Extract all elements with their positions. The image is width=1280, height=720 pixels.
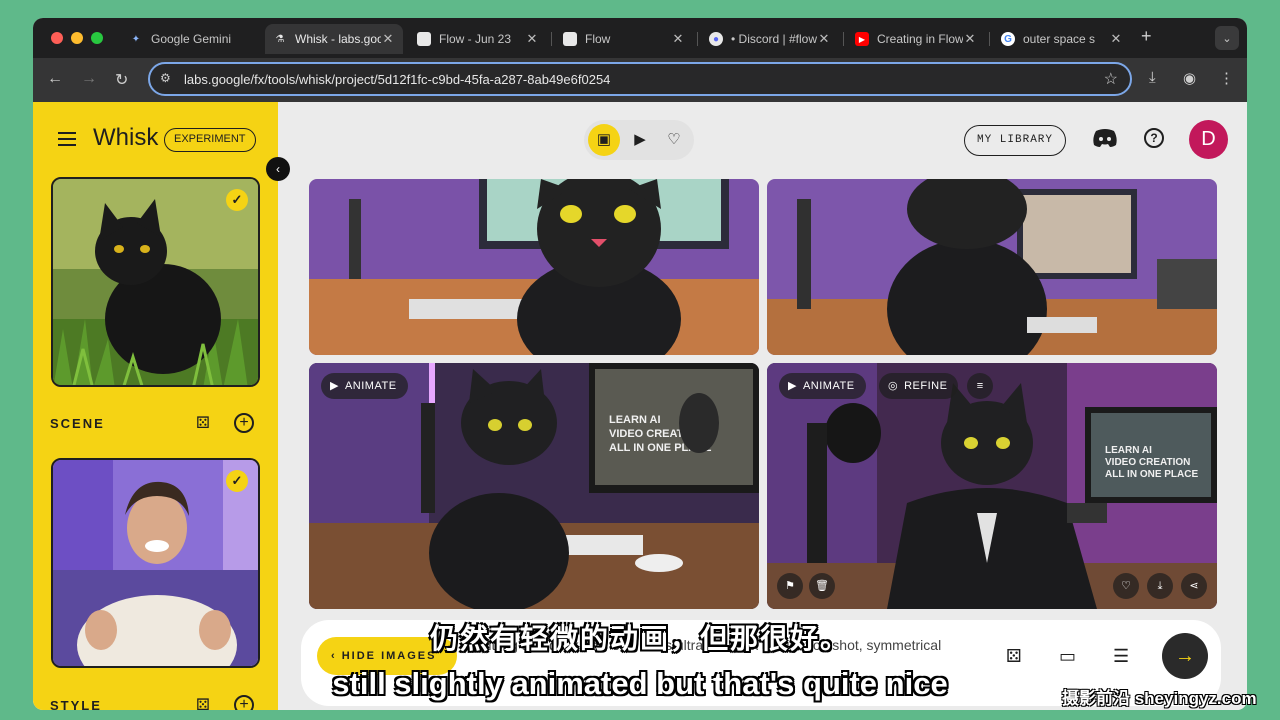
menu-icon[interactable] <box>58 132 76 146</box>
generated-image-1[interactable] <box>309 179 759 355</box>
animate-button[interactable]: ▶ ANIMATE <box>321 373 408 399</box>
browser-toolbar: ← → ↻ ⚙ labs.google/fx/tools/whisk/proje… <box>33 58 1247 102</box>
generated-image-3[interactable]: LEARN AI VIDEO CREATION ALL IN ONE PLACE <box>309 363 759 609</box>
app-logo: Whisk <box>93 124 159 151</box>
download-icon[interactable]: ⤓ <box>1149 69 1156 86</box>
tab-flow[interactable]: Flow ✕ <box>555 24 693 54</box>
tab-title: Flow - Jun 23 <box>439 32 512 46</box>
tab-creating-in-flow[interactable]: ▶ Creating in Flow ✕ <box>847 24 985 54</box>
svg-text:ALL IN ONE PLACE: ALL IN ONE PLACE <box>1105 469 1198 480</box>
minimize-window-button[interactable] <box>71 32 83 44</box>
generated-image-2[interactable] <box>767 179 1217 355</box>
tab-title: • Discord | #flow <box>731 32 817 46</box>
tab-flow-jun-23[interactable]: Flow - Jun 23 ✕ <box>409 24 547 54</box>
image-gallery: LEARN AI VIDEO CREATION ALL IN ONE PLACE <box>309 179 1217 609</box>
animate-label: ANIMATE <box>344 380 397 392</box>
experiment-badge: EXPERIMENT <box>164 128 256 152</box>
collapse-sidebar-button[interactable]: ‹ <box>266 157 290 181</box>
video-camera-icon: ▶ <box>788 380 797 392</box>
tab-search-icon[interactable]: ⌄ <box>1215 26 1239 50</box>
close-tab-icon[interactable]: ✕ <box>963 31 977 47</box>
discord-icon: ● <box>709 32 723 46</box>
tab-outer-space[interactable]: G outer space s ✕ <box>993 24 1131 54</box>
selected-check-icon: ✓ <box>226 470 248 492</box>
report-flag-icon[interactable]: ⚑ <box>777 573 803 599</box>
refine-check-icon: ◎ <box>888 380 899 392</box>
black-cat-photo <box>53 179 258 385</box>
tab-discord[interactable]: ● • Discord | #flow ✕ <box>701 24 839 54</box>
download-icon[interactable]: ⤓ <box>1147 573 1173 599</box>
subject-image-card[interactable]: ✓ <box>51 177 260 387</box>
close-window-button[interactable] <box>51 32 63 44</box>
dice-icon[interactable]: ⚄ <box>196 413 210 433</box>
close-tab-icon[interactable]: ✕ <box>817 31 831 47</box>
address-bar[interactable]: ⚙ labs.google/fx/tools/whisk/project/5d1… <box>148 62 1132 96</box>
svg-text:VIDEO CREATION: VIDEO CREATION <box>1105 457 1190 468</box>
add-scene-button[interactable]: + <box>234 413 254 433</box>
cartoon-cat-studio-image <box>767 179 1217 355</box>
gemini-sparkle-icon: ✦ <box>131 33 141 45</box>
help-icon[interactable]: ? <box>1144 128 1164 148</box>
share-icon[interactable]: ⋖ <box>1181 573 1207 599</box>
svg-text:LEARN AI: LEARN AI <box>1105 445 1152 456</box>
video-camera-icon: ▶ <box>330 380 339 392</box>
page-icon <box>417 32 431 46</box>
forward-icon[interactable]: → <box>81 70 97 88</box>
tab-strip: ✦ Google Gemini ⚗ Whisk - labs.google ✕ … <box>33 18 1247 58</box>
video-mode-icon[interactable]: ▶ <box>624 124 656 156</box>
close-tab-icon[interactable]: ✕ <box>1109 31 1123 47</box>
tab-title: Creating in Flow <box>877 32 963 46</box>
tab-google-gemini[interactable]: ✦ Google Gemini <box>121 24 263 54</box>
youtube-icon: ▶ <box>855 32 869 46</box>
favorite-heart-icon[interactable]: ♡ <box>1113 573 1139 599</box>
refine-label: REFINE <box>904 380 948 392</box>
maximize-window-button[interactable] <box>91 32 103 44</box>
bookmark-star-icon[interactable]: ☆ <box>1104 69 1118 89</box>
tab-whisk[interactable]: ⚗ Whisk - labs.google ✕ <box>265 24 403 54</box>
new-tab-icon[interactable]: + <box>1141 26 1152 47</box>
refine-button[interactable]: ◎ REFINE <box>879 373 959 399</box>
profile-icon[interactable]: ◉ <box>1183 69 1196 87</box>
tab-title: outer space s <box>1023 32 1096 46</box>
cartoon-cat-desk-image <box>309 179 759 355</box>
generated-image-4[interactable]: LEARN AI VIDEO CREATION ALL IN ONE PLACE <box>767 363 1217 609</box>
selected-check-icon: ✓ <box>226 189 248 211</box>
edit-prompt-icon[interactable]: ≡ <box>967 373 993 399</box>
my-library-button[interactable]: MY LIBRARY <box>964 125 1066 156</box>
svg-text:LEARN AI: LEARN AI <box>609 414 661 426</box>
watermark: 摄影前沿 sheyingyz.com <box>1062 689 1257 708</box>
browser-menu-icon[interactable]: ⋮ <box>1219 69 1234 87</box>
tab-divider <box>697 32 698 46</box>
image-mode-icon[interactable]: ▣ <box>588 124 620 156</box>
tab-title: Google Gemini <box>151 32 232 46</box>
discord-icon[interactable] <box>1092 128 1118 148</box>
mode-switcher: ▣ ▶ ♡ <box>584 120 694 160</box>
realistic-cat-suit-image: LEARN AI VIDEO CREATION ALL IN ONE PLACE <box>767 363 1217 609</box>
google-icon: G <box>1001 32 1015 46</box>
user-avatar[interactable]: D <box>1189 120 1228 159</box>
delete-icon[interactable]: 🗑 <box>809 573 835 599</box>
reload-icon[interactable]: ↻ <box>115 70 128 90</box>
browser-window: ✦ Google Gemini ⚗ Whisk - labs.google ✕ … <box>33 18 1247 710</box>
realistic-cat-desk-image: LEARN AI VIDEO CREATION ALL IN ONE PLACE <box>309 363 759 609</box>
favorites-heart-icon[interactable]: ♡ <box>658 124 690 156</box>
url-text: labs.google/fx/tools/whisk/project/5d12f… <box>184 72 611 87</box>
tab-divider <box>989 32 990 46</box>
scene-label: SCENE <box>50 416 105 431</box>
subtitle-chinese: 仍然有轻微的动画，但那很好。 <box>429 623 850 654</box>
close-tab-icon[interactable]: ✕ <box>525 31 539 47</box>
close-tab-icon[interactable]: ✕ <box>671 31 685 47</box>
animate-label: ANIMATE <box>802 380 855 392</box>
back-icon[interactable]: ← <box>47 70 63 88</box>
animate-button[interactable]: ▶ ANIMATE <box>779 373 866 399</box>
tab-title: Flow <box>585 32 611 46</box>
tab-divider <box>843 32 844 46</box>
page-icon <box>563 32 577 46</box>
tab-title: Whisk - labs.google <box>295 32 381 46</box>
site-settings-icon[interactable]: ⚙ <box>160 71 171 85</box>
tab-divider <box>551 32 552 46</box>
close-tab-icon[interactable]: ✕ <box>381 31 395 47</box>
flask-icon: ⚗ <box>275 33 285 45</box>
